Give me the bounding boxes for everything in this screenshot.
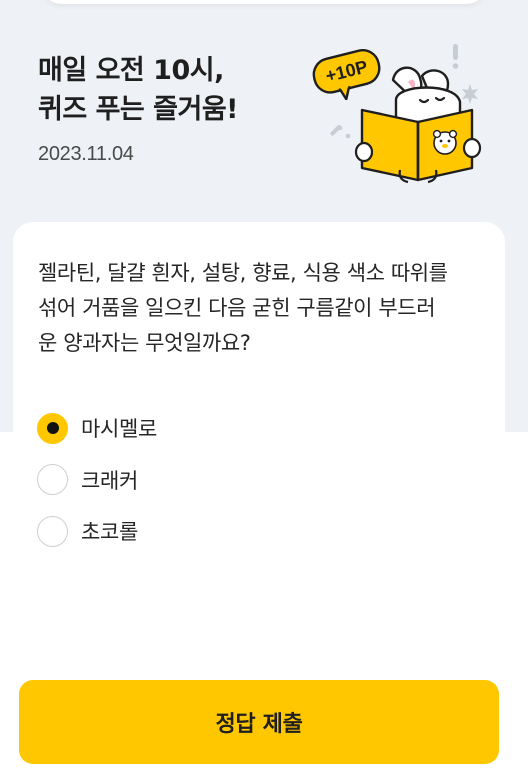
answer-option-chocoroll[interactable]: 초코롤 [37, 513, 157, 549]
title-line-2: 퀴즈 푸는 즐거움! [38, 94, 239, 125]
radio-button-icon[interactable] [37, 464, 68, 495]
quiz-question: 젤라틴, 달걀 흰자, 설탕, 향료, 식용 색소 따위를 섞어 거품을 일으킨… [38, 256, 488, 361]
answer-options: 마시멜로 크래커 초코롤 [37, 410, 157, 565]
submit-answer-button[interactable]: 정답 제출 [19, 680, 499, 764]
question-line-3: 운 양과자는 무엇일까요? [38, 331, 251, 355]
radio-selected-dot [46, 422, 59, 434]
radio-button-icon[interactable] [37, 515, 68, 547]
page-title: 매일 오전 10시, 퀴즈 푸는 즐거움! [38, 51, 239, 129]
question-line-1: 젤라틴, 달걀 흰자, 설탕, 향료, 식용 색소 따위를 [38, 261, 448, 285]
answer-option-marshmallow[interactable]: 마시멜로 [37, 410, 157, 446]
radio-button-icon[interactable] [37, 412, 68, 444]
title-line-1: 매일 오전 10시, [38, 55, 224, 86]
answer-option-cracker[interactable]: 크래커 [37, 462, 157, 498]
points-badge-icon: +10P [312, 49, 381, 100]
answer-option-label: 크래커 [81, 468, 139, 493]
bear-sticker-icon [432, 129, 458, 155]
quiz-date: 2023.11.04 [38, 143, 134, 165]
question-line-2: 섞어 거품을 일으킨 다음 굳힌 구름같이 부드러 [38, 296, 436, 320]
answer-option-label: 초코롤 [81, 520, 139, 544]
top-sheet-edge [40, 0, 488, 4]
answer-option-label: 마시멜로 [81, 417, 158, 441]
